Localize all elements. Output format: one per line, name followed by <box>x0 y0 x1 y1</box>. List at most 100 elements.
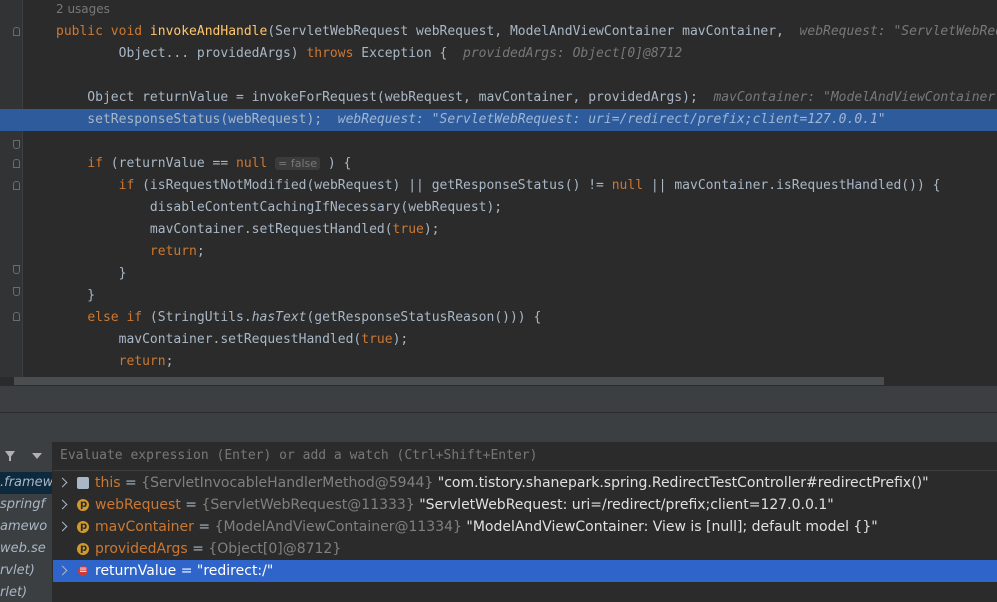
inline-value-hint: providedArgs: Object[0]@8712 <box>463 46 683 61</box>
variable-name: returnValue <box>95 563 177 579</box>
variable-name: webRequest <box>95 497 181 513</box>
keyword: throws <box>306 46 354 61</box>
expand-chevron-icon[interactable] <box>57 499 68 510</box>
code-text: ); <box>392 332 409 347</box>
variable-name: providedArgs <box>95 541 188 557</box>
dropdown-arrow-icon[interactable] <box>32 453 42 459</box>
field-icon <box>77 477 89 489</box>
evaluate-expression-input[interactable]: Evaluate expression (Enter) or add a wat… <box>53 442 997 471</box>
evaluate-expression-placeholder: Evaluate expression (Enter) or add a wat… <box>60 448 538 463</box>
frame-item[interactable]: .framew <box>0 472 52 494</box>
code-text: || mavContainer.isRequestHandled()) { <box>643 178 941 193</box>
code-text: setResponseStatus(webRequest); <box>56 112 323 127</box>
expand-chevron-icon[interactable] <box>57 565 68 576</box>
frame-item[interactable]: amewo <box>0 516 52 538</box>
variable-value: "com.tistory.shanepark.spring.RedirectTe… <box>437 475 929 491</box>
usages-hint[interactable]: 2 usages <box>56 2 110 16</box>
keyword: if <box>87 156 103 171</box>
keyword: return <box>118 354 166 369</box>
code-text: (getResponseStatusReason())) { <box>306 310 542 325</box>
code-text: disableContentCachingIfNecessary(webRequ… <box>56 200 503 215</box>
keyword: null <box>611 178 644 193</box>
code-text: Object returnValue = invokeForRequest(we… <box>56 90 698 105</box>
variable-name: this <box>95 475 121 491</box>
code-line-3: Object returnValue = invokeForRequest(we… <box>0 87 997 109</box>
filter-icon-stem <box>9 456 11 461</box>
frames-list[interactable]: .framew springf amewo web.se rvlet) rlet… <box>0 442 53 602</box>
inlay-value-hint: = false <box>275 157 321 170</box>
inline-value-hint: mavContainer: "ModelAndViewContainer: Vi… <box>713 90 997 105</box>
variable-type: {Object[0]@8712} <box>208 541 342 557</box>
variable-type: {ServletWebRequest@11333} <box>201 497 415 513</box>
variable-row-mavContainer[interactable]: mavContainer = {ModelAndViewContainer@11… <box>53 516 997 538</box>
code-line-2: Object... providedArgs) throws Exception… <box>0 43 997 65</box>
variable-row-this[interactable]: this = {ServletInvocableHandlerMethod@59… <box>53 472 997 494</box>
code-line-12: else if (StringUtils.hasText(getResponse… <box>0 307 997 329</box>
code-editor[interactable]: 2 usages public void invokeAndHandle(Ser… <box>0 0 997 386</box>
code-line-10: } <box>0 263 997 285</box>
frame-item[interactable]: springf <box>0 494 52 516</box>
frame-item[interactable]: web.se <box>0 538 52 560</box>
inline-value-hint: webRequest: "ServletWebRequest: uri=/red… <box>337 112 886 127</box>
horizontal-scrollbar-thumb[interactable] <box>14 377 884 385</box>
code-text: } <box>56 266 127 281</box>
code-text: (ServletWebRequest webRequest, ModelAndV… <box>267 24 784 39</box>
frames-header <box>0 442 52 470</box>
method-name: invokeAndHandle <box>149 24 268 39</box>
keyword: public void <box>56 24 150 39</box>
keyword: null <box>236 156 268 171</box>
code-text: ) { <box>320 156 352 171</box>
code-text: ; <box>196 244 205 259</box>
equals-sign: = <box>187 541 209 557</box>
code-line-1: public void invokeAndHandle(ServletWebRe… <box>0 21 997 43</box>
debug-toolbar <box>0 413 997 442</box>
code-line-14: return; <box>0 351 997 373</box>
code-text: mavContainer.setRequestHandled( <box>56 332 362 347</box>
code-text: } <box>56 288 96 303</box>
equals-sign: = <box>176 563 197 579</box>
equals-sign: = <box>120 475 142 491</box>
code-line-6: if (isRequestNotModified(webRequest) || … <box>0 175 997 197</box>
code-line-11: } <box>0 285 997 307</box>
variable-row-providedArgs[interactable]: providedArgs = {Object[0]@8712} <box>53 538 997 560</box>
parameter-icon <box>77 538 89 560</box>
code-line-7: disableContentCachingIfNecessary(webRequ… <box>0 197 997 219</box>
code-text: Exception { <box>353 46 448 61</box>
variable-row-returnValue[interactable]: returnValue = "redirect:/" <box>53 560 997 582</box>
frame-item[interactable]: rlet) <box>0 582 52 602</box>
tool-window-header <box>0 386 997 412</box>
code-text: (StringUtils. <box>142 310 252 325</box>
static-method: hasText <box>251 310 307 325</box>
parameter-icon <box>77 516 89 538</box>
code-text: (isRequestNotModified(webRequest) || get… <box>134 178 612 193</box>
code-text: ; <box>165 354 174 369</box>
variable-name: mavContainer <box>95 519 194 535</box>
variable-type: {ServletInvocableHandlerMethod@5944} <box>141 475 434 491</box>
code-text: mavContainer.setRequestHandled( <box>56 222 393 237</box>
code-text: ); <box>423 222 440 237</box>
variable-row-webRequest[interactable]: webRequest = {ServletWebRequest@11333} "… <box>53 494 997 516</box>
current-execution-line: setResponseStatus(webRequest); webReques… <box>0 109 997 131</box>
expand-chevron-icon[interactable] <box>57 521 68 532</box>
expand-chevron-icon[interactable] <box>57 477 68 488</box>
keyword: else if <box>87 310 143 325</box>
debugger-panel: .framew springf amewo web.se rvlet) rlet… <box>0 442 997 602</box>
keyword: true <box>361 332 393 347</box>
code-text: Object... providedArgs) <box>56 46 307 61</box>
code-text: (returnValue == <box>102 156 237 171</box>
variable-type: {ModelAndViewContainer@11334} <box>214 519 462 535</box>
keyword: true <box>392 222 424 237</box>
code-line-5: if (returnValue == null = false ) { <box>0 153 997 175</box>
keyword: return <box>149 244 197 259</box>
variable-value: "ModelAndViewContainer: View is [null]; … <box>466 519 878 535</box>
parameter-icon <box>77 494 89 516</box>
equals-sign: = <box>193 519 215 535</box>
variable-value: "redirect:/" <box>196 563 274 579</box>
frame-item[interactable]: rvlet) <box>0 560 52 582</box>
return-value-icon <box>78 560 88 582</box>
code-line-8: mavContainer.setRequestHandled(true); <box>0 219 997 241</box>
code-line-13: mavContainer.setRequestHandled(true); <box>0 329 997 351</box>
